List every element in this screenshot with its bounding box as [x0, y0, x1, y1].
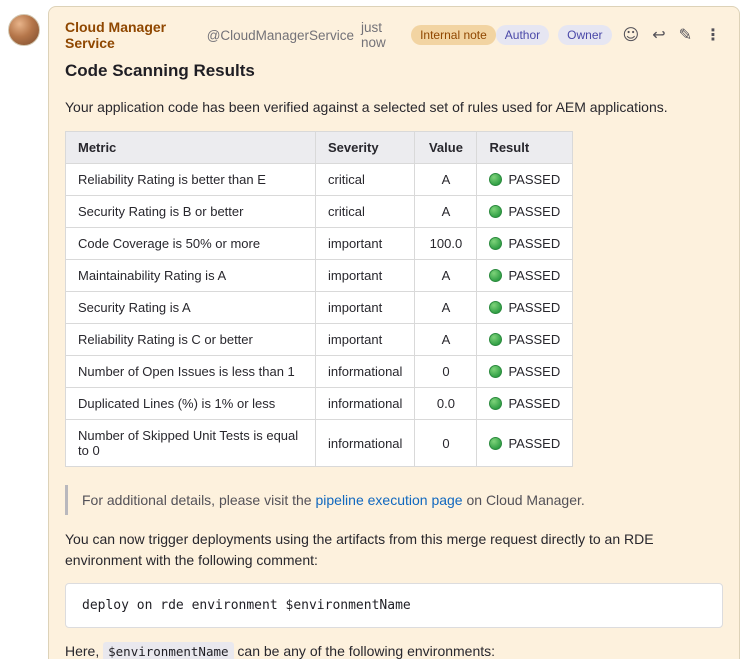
table-row: Reliability Rating is better than E crit…: [66, 164, 573, 196]
status-label: PASSED: [508, 332, 560, 347]
value-cell: 0: [415, 420, 477, 467]
author-name[interactable]: Cloud Manager Service: [65, 19, 200, 51]
table-row: Number of Open Issues is less than 1 inf…: [66, 356, 573, 388]
page: Cloud Manager Service @CloudManagerServi…: [0, 0, 750, 659]
passed-status-icon: [489, 397, 502, 410]
environments-text: Here, $environmentName can be any of the…: [65, 641, 723, 659]
details-blockquote: For additional details, please visit the…: [65, 485, 723, 515]
avatar[interactable]: [8, 14, 40, 46]
result-cell: PASSED: [477, 164, 573, 196]
passed-status-icon: [489, 437, 502, 450]
status-label: PASSED: [508, 300, 560, 315]
environment-name-inline-code: $environmentName: [103, 642, 233, 659]
value-cell: A: [415, 196, 477, 228]
pipeline-execution-link[interactable]: pipeline execution page: [315, 492, 462, 508]
passed-status-icon: [489, 237, 502, 250]
column-header-severity: Severity: [316, 132, 415, 164]
passed-status-icon: [489, 269, 502, 282]
status-label: PASSED: [508, 268, 560, 283]
severity-cell: critical: [316, 164, 415, 196]
blockquote-text: on Cloud Manager.: [463, 492, 585, 508]
table-row: Security Rating is B or better critical …: [66, 196, 573, 228]
deploy-command-code-block: deploy on rde environment $environmentNa…: [65, 583, 723, 628]
passed-status-icon: [489, 365, 502, 378]
env-text-suffix: can be any of the following environments…: [234, 643, 496, 659]
metric-cell: Duplicated Lines (%) is 1% or less: [66, 388, 316, 420]
table-row: Code Coverage is 50% or more important 1…: [66, 228, 573, 260]
result-cell: PASSED: [477, 388, 573, 420]
metric-cell: Number of Open Issues is less than 1: [66, 356, 316, 388]
code-scanning-results-table: Metric Severity Value Result Reliability…: [65, 131, 573, 467]
metric-cell: Security Rating is A: [66, 292, 316, 324]
severity-cell: informational: [316, 388, 415, 420]
column-header-result: Result: [477, 132, 573, 164]
value-cell: 0.0: [415, 388, 477, 420]
author-handle: @CloudManagerService: [207, 28, 354, 43]
author-role-badge: Author: [496, 25, 549, 45]
severity-cell: important: [316, 292, 415, 324]
table-row: Reliability Rating is C or better import…: [66, 324, 573, 356]
reply-icon[interactable]: ↩: [650, 25, 667, 45]
metric-cell: Maintainability Rating is A: [66, 260, 316, 292]
note-header-left: Cloud Manager Service @CloudManagerServi…: [65, 19, 496, 51]
severity-cell: critical: [316, 196, 415, 228]
column-header-metric: Metric: [66, 132, 316, 164]
internal-note-card: Cloud Manager Service @CloudManagerServi…: [48, 6, 740, 659]
result-cell: PASSED: [477, 324, 573, 356]
column-header-value: Value: [415, 132, 477, 164]
passed-status-icon: [489, 333, 502, 346]
note-title: Code Scanning Results: [65, 61, 723, 81]
metric-cell: Reliability Rating is C or better: [66, 324, 316, 356]
metric-cell: Number of Skipped Unit Tests is equal to…: [66, 420, 316, 467]
passed-status-icon: [489, 301, 502, 314]
status-label: PASSED: [508, 396, 560, 411]
status-label: PASSED: [508, 364, 560, 379]
result-cell: PASSED: [477, 292, 573, 324]
value-cell: A: [415, 292, 477, 324]
severity-cell: informational: [316, 420, 415, 467]
metric-cell: Security Rating is B or better: [66, 196, 316, 228]
owner-role-badge: Owner: [558, 25, 611, 45]
value-cell: 100.0: [415, 228, 477, 260]
intro-text: Your application code has been verified …: [65, 97, 723, 117]
deploy-instructions-text: You can now trigger deployments using th…: [65, 529, 723, 570]
severity-cell: important: [316, 324, 415, 356]
table-header-row: Metric Severity Value Result: [66, 132, 573, 164]
status-label: PASSED: [508, 236, 560, 251]
edit-icon[interactable]: ✎: [677, 25, 694, 45]
table-row: Maintainability Rating is A important A …: [66, 260, 573, 292]
more-options-icon[interactable]: ⋮: [703, 25, 723, 45]
severity-cell: important: [316, 228, 415, 260]
severity-cell: important: [316, 260, 415, 292]
value-cell: 0: [415, 356, 477, 388]
result-cell: PASSED: [477, 228, 573, 260]
value-cell: A: [415, 324, 477, 356]
result-cell: PASSED: [477, 420, 573, 467]
result-cell: PASSED: [477, 196, 573, 228]
result-cell: PASSED: [477, 356, 573, 388]
passed-status-icon: [489, 205, 502, 218]
note-wrapper: Cloud Manager Service @CloudManagerServi…: [8, 6, 740, 659]
note-header-actions: Author Owner ☺ ↩ ✎ ⋮: [496, 25, 723, 45]
env-text-prefix: Here,: [65, 643, 103, 659]
result-cell: PASSED: [477, 260, 573, 292]
severity-cell: informational: [316, 356, 415, 388]
metric-cell: Reliability Rating is better than E: [66, 164, 316, 196]
metric-cell: Code Coverage is 50% or more: [66, 228, 316, 260]
passed-status-icon: [489, 173, 502, 186]
status-label: PASSED: [508, 172, 560, 187]
internal-note-badge: Internal note: [411, 25, 496, 45]
status-label: PASSED: [508, 204, 560, 219]
value-cell: A: [415, 260, 477, 292]
note-header: Cloud Manager Service @CloudManagerServi…: [65, 19, 723, 51]
add-reaction-icon[interactable]: ☺: [621, 25, 642, 45]
value-cell: A: [415, 164, 477, 196]
blockquote-text: For additional details, please visit the: [82, 492, 315, 508]
table-row: Number of Skipped Unit Tests is equal to…: [66, 420, 573, 467]
note-body: Code Scanning Results Your application c…: [65, 61, 723, 659]
status-label: PASSED: [508, 436, 560, 451]
timestamp[interactable]: just now: [361, 20, 404, 50]
table-row: Duplicated Lines (%) is 1% or less infor…: [66, 388, 573, 420]
table-row: Security Rating is A important A PASSED: [66, 292, 573, 324]
